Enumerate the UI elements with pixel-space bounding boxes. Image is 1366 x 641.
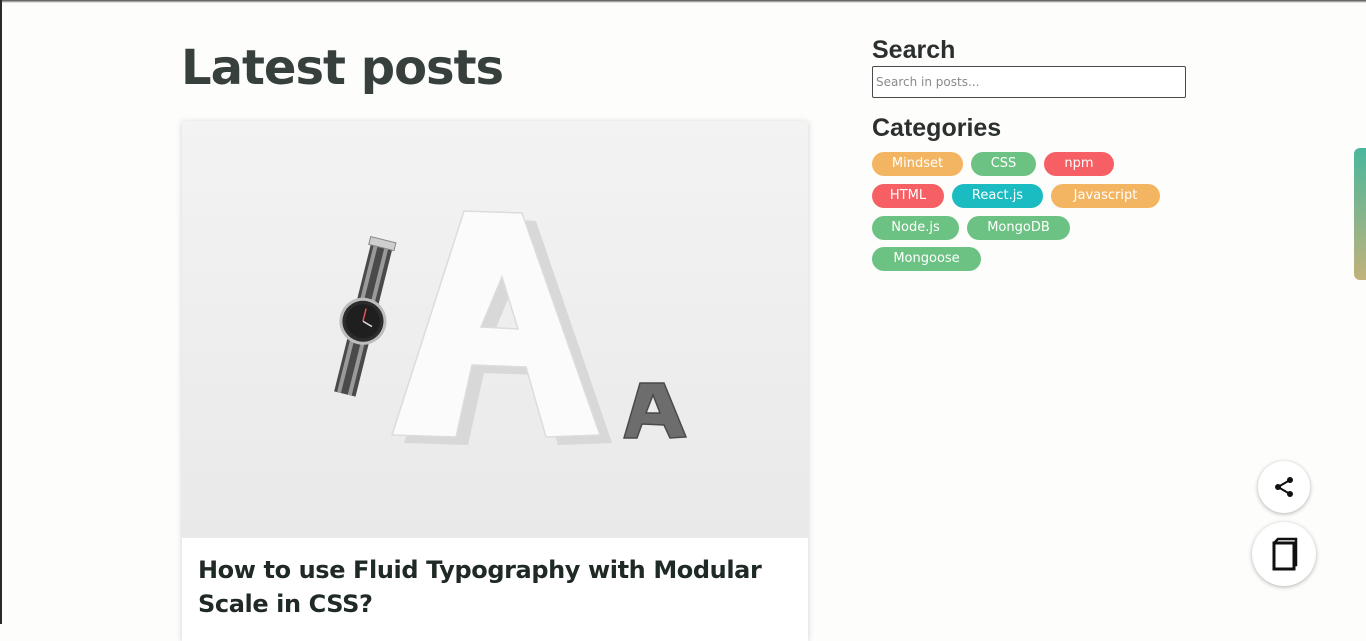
post-card[interactable]: How to use Fluid Typography with Modular… [182, 121, 808, 641]
post-image[interactable] [182, 121, 808, 538]
scroll-progress-indicator [1354, 148, 1366, 280]
book-icon [1272, 537, 1298, 571]
search-heading: Search [872, 36, 956, 64]
category-chip-mongoose[interactable]: Mongoose [872, 247, 981, 271]
category-chip-reactjs[interactable]: React.js [952, 184, 1043, 208]
category-chip-javascript[interactable]: Javascript [1051, 184, 1160, 208]
page-title: Latest posts [181, 40, 504, 96]
share-icon [1275, 477, 1293, 497]
top-shadow [0, 0, 1366, 3]
share-button[interactable] [1258, 461, 1310, 513]
reading-list-button[interactable] [1252, 522, 1316, 586]
category-chip-html[interactable]: HTML [872, 184, 944, 208]
category-chip-css[interactable]: CSS [971, 152, 1036, 176]
category-chip-nodejs[interactable]: Node.js [872, 216, 959, 240]
category-chip-mindset[interactable]: Mindset [872, 152, 963, 176]
left-border [0, 0, 2, 624]
category-chip-mongodb[interactable]: MongoDB [967, 216, 1070, 240]
post-image-illustration [182, 121, 808, 538]
search-input[interactable] [872, 66, 1186, 98]
categories-heading: Categories [872, 114, 1002, 142]
category-chip-npm[interactable]: npm [1044, 152, 1114, 176]
post-title[interactable]: How to use Fluid Typography with Modular… [198, 553, 798, 621]
